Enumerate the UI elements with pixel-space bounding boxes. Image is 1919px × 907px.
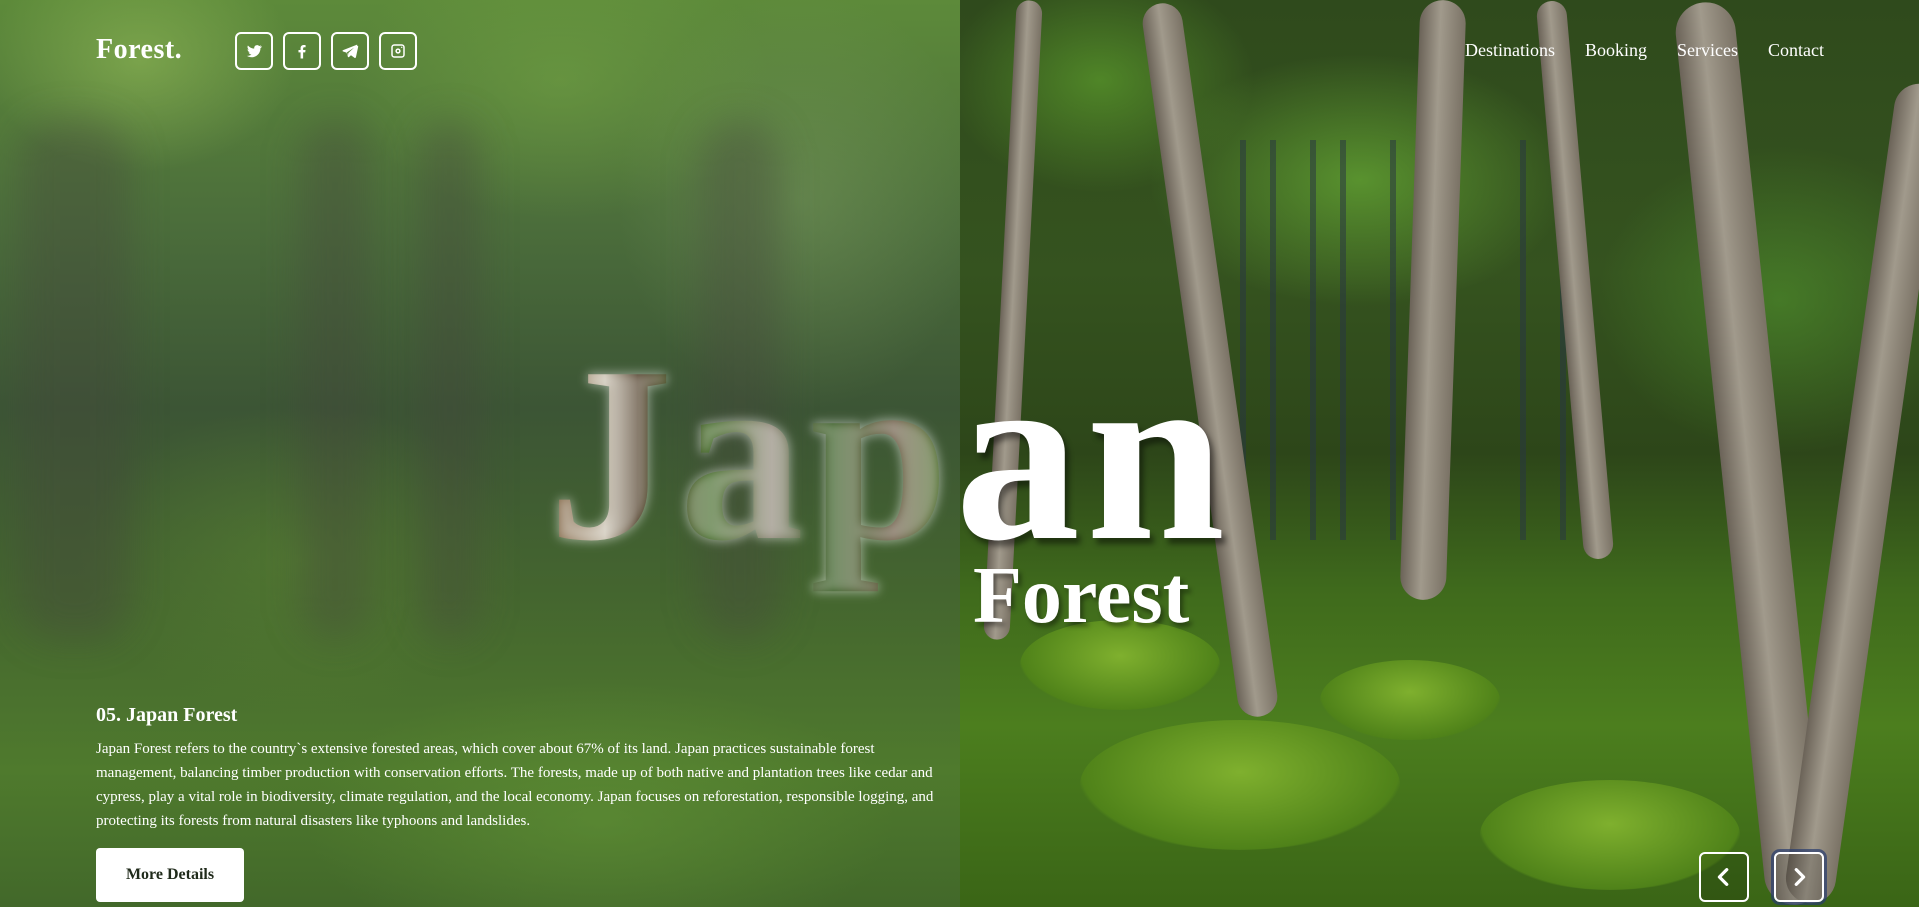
social-links <box>235 32 417 70</box>
nav-item-contact[interactable]: Contact <box>1768 40 1824 61</box>
brand-logo[interactable]: Forest. <box>96 34 182 66</box>
destination-heading: 05. Japan Forest <box>96 704 238 726</box>
instagram-icon[interactable] <box>379 32 417 70</box>
telegram-icon[interactable] <box>331 32 369 70</box>
nav-item-destinations[interactable]: Destinations <box>1465 40 1555 61</box>
nav-item-booking[interactable]: Booking <box>1585 40 1647 61</box>
nav-item-services[interactable]: Services <box>1677 40 1738 61</box>
hero-title: Japan <box>548 330 1231 580</box>
hero-title-left-part: Jap <box>548 316 956 593</box>
slider-next-button[interactable] <box>1774 852 1824 902</box>
chevron-left-icon <box>1717 868 1729 886</box>
more-details-button[interactable]: More Details <box>96 848 244 902</box>
main-nav: Destinations Booking Services Contact <box>1465 40 1824 61</box>
slider-prev-button[interactable] <box>1699 852 1749 902</box>
facebook-icon[interactable] <box>283 32 321 70</box>
twitter-icon[interactable] <box>235 32 273 70</box>
hero-subtitle: Forest <box>973 552 1190 640</box>
chevron-right-icon <box>1794 868 1806 886</box>
destination-description: Japan Forest refers to the country`s ext… <box>96 741 934 829</box>
